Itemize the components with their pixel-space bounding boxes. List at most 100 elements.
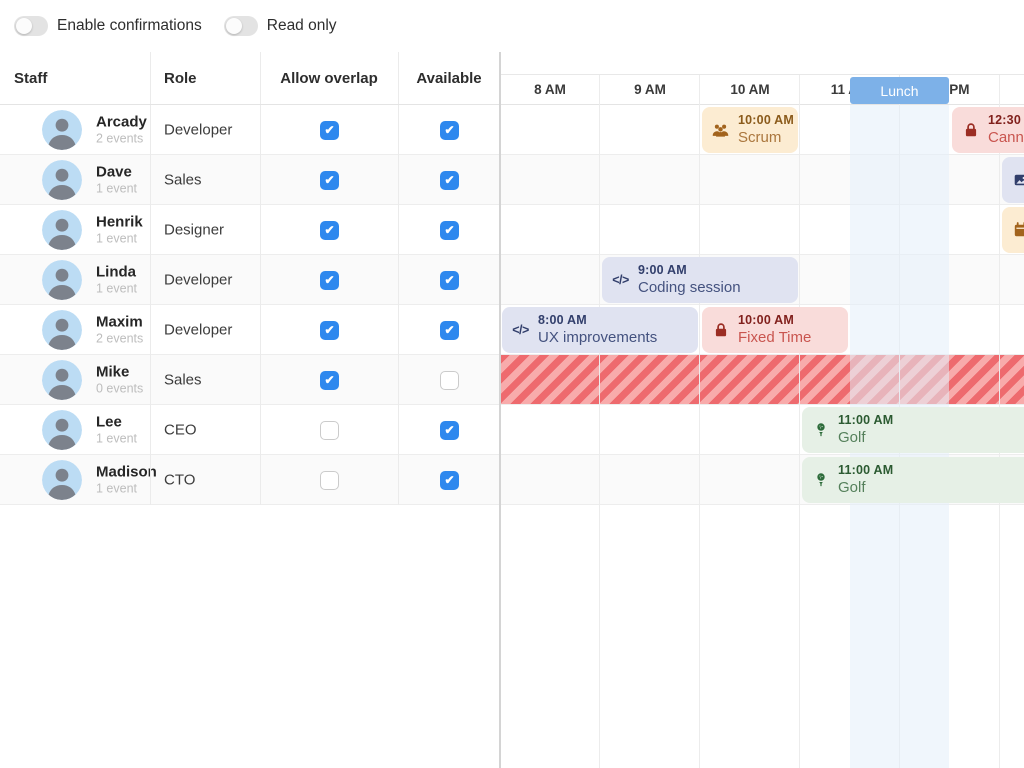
allow-overlap-checkbox[interactable]: ✔: [320, 221, 339, 240]
staff-name: Lee: [96, 413, 137, 431]
staff-name: Dave: [96, 163, 137, 181]
column-line: [599, 75, 600, 768]
read-only-toggle[interactable]: Read only: [224, 16, 337, 36]
staff-event-count: 1 event: [96, 181, 137, 196]
toggle-knob-icon: [226, 18, 242, 34]
grid-column-divider: [260, 52, 261, 505]
available-checkbox[interactable]: ✔: [440, 471, 459, 490]
staff-name: Henrik: [96, 213, 143, 231]
column-header-available[interactable]: Available: [398, 52, 500, 105]
staff-name: Maxim: [96, 313, 143, 331]
staff-event-count: 2 events: [96, 331, 143, 346]
lock-icon: [962, 122, 979, 138]
avatar: [42, 310, 82, 350]
allow-overlap-checkbox[interactable]: [320, 421, 339, 440]
role-cell: Sales: [164, 371, 202, 388]
golf-icon: [812, 472, 829, 488]
scheduler-app: Enable confirmations Read only Staff Rol…: [0, 0, 1024, 768]
event[interactable]: </> 9:00 AMCoding session: [602, 257, 798, 303]
role-cell: Developer: [164, 321, 232, 338]
event-time: 12:30 PM: [988, 113, 1024, 128]
available-checkbox[interactable]: ✔: [440, 271, 459, 290]
avatar: [42, 110, 82, 150]
role-cell: CEO: [164, 421, 197, 438]
event-text: 9:00 AMCoding session: [638, 263, 741, 297]
event-text: 11:00 AMGolf: [838, 413, 893, 447]
avatar: [42, 160, 82, 200]
grid-splitter[interactable]: [499, 52, 501, 768]
staff-name-box: Madison1 event: [96, 463, 157, 496]
event-text: 10:00 AMScrum: [738, 113, 794, 147]
event[interactable]: 11:00 AMGolf: [802, 457, 1024, 503]
avatar: [42, 460, 82, 500]
staff-name: Mike: [96, 363, 143, 381]
toggle-switch-icon[interactable]: [14, 16, 48, 36]
staff-name-box: Linda1 event: [96, 263, 137, 296]
lock-icon: [712, 322, 729, 338]
column-header-staff[interactable]: Staff: [0, 52, 150, 105]
calendar-icon: [1012, 222, 1024, 238]
time-axis-tick: 8 AM: [500, 75, 600, 105]
staff-name-box: Dave1 event: [96, 163, 137, 196]
role-cell: Designer: [164, 221, 224, 238]
event-time: 8:00 AM: [538, 313, 657, 328]
staff-event-count: 1 event: [96, 281, 137, 296]
avatar: [42, 360, 82, 400]
available-checkbox[interactable]: [440, 371, 459, 390]
available-checkbox[interactable]: ✔: [440, 171, 459, 190]
allow-overlap-checkbox[interactable]: [320, 471, 339, 490]
event[interactable]: 10:00 AMFixed Time: [702, 307, 848, 353]
time-axis-tick: 9 AM: [600, 75, 700, 105]
staff-name-box: Henrik1 event: [96, 213, 143, 246]
time-axis-tick: 10 AM: [700, 75, 800, 105]
code-icon: </>: [612, 273, 629, 287]
event-text: 11:00 AMGolf: [838, 463, 893, 497]
allow-overlap-checkbox[interactable]: ✔: [320, 371, 339, 390]
code-icon: </>: [512, 323, 529, 337]
staff-name: Madison: [96, 463, 157, 481]
event-title: Golf: [838, 478, 893, 497]
event-text: 12:30 PMCannes: [988, 113, 1024, 147]
event[interactable]: 10:00 AMScrum: [702, 107, 798, 153]
avatar: [42, 210, 82, 250]
allow-overlap-checkbox[interactable]: ✔: [320, 121, 339, 140]
event-title: Coding session: [638, 278, 741, 297]
event[interactable]: 12:30 PMCannes: [952, 107, 1024, 153]
toggle-switch-icon[interactable]: [224, 16, 258, 36]
golf-icon: [812, 422, 829, 438]
available-checkbox[interactable]: ✔: [440, 321, 459, 340]
staff-event-count: 0 events: [96, 381, 143, 396]
staff-name-box: Mike0 events: [96, 363, 143, 396]
available-checkbox[interactable]: ✔: [440, 221, 459, 240]
event-title: UX improvements: [538, 328, 657, 347]
allow-overlap-checkbox[interactable]: ✔: [320, 271, 339, 290]
role-cell: CTO: [164, 471, 195, 488]
avatar: [42, 410, 82, 450]
event-title: Cannes: [988, 128, 1024, 147]
image-icon: [1012, 172, 1024, 188]
column-header-allow-overlap[interactable]: Allow overlap: [260, 52, 398, 105]
event-title: Golf: [838, 428, 893, 447]
event[interactable]: 11:00 AMGolf: [802, 407, 1024, 453]
event-title: Fixed Time: [738, 328, 811, 347]
column-header-role[interactable]: Role: [150, 52, 260, 105]
toggle-knob-icon: [16, 18, 32, 34]
event[interactable]: [1002, 207, 1024, 253]
enable-confirmations-toggle[interactable]: Enable confirmations: [14, 16, 202, 36]
event[interactable]: [1002, 157, 1024, 203]
event-text: 10:00 AMFixed Time: [738, 313, 811, 347]
event[interactable]: </> 8:00 AMUX improvements: [502, 307, 698, 353]
read-only-label: Read only: [267, 17, 337, 35]
staff-event-count: 1 event: [96, 481, 157, 496]
allow-overlap-checkbox[interactable]: ✔: [320, 321, 339, 340]
available-checkbox[interactable]: ✔: [440, 421, 459, 440]
event-time: 11:00 AM: [838, 463, 893, 478]
role-cell: Developer: [164, 271, 232, 288]
staff-event-count: 2 events: [96, 131, 147, 146]
toolbar: Enable confirmations Read only: [0, 0, 1024, 52]
allow-overlap-checkbox[interactable]: ✔: [320, 171, 339, 190]
event-title: Scrum: [738, 128, 794, 147]
staff-name: Arcady: [96, 113, 147, 131]
event-time: 11:00 AM: [838, 413, 893, 428]
available-checkbox[interactable]: ✔: [440, 121, 459, 140]
